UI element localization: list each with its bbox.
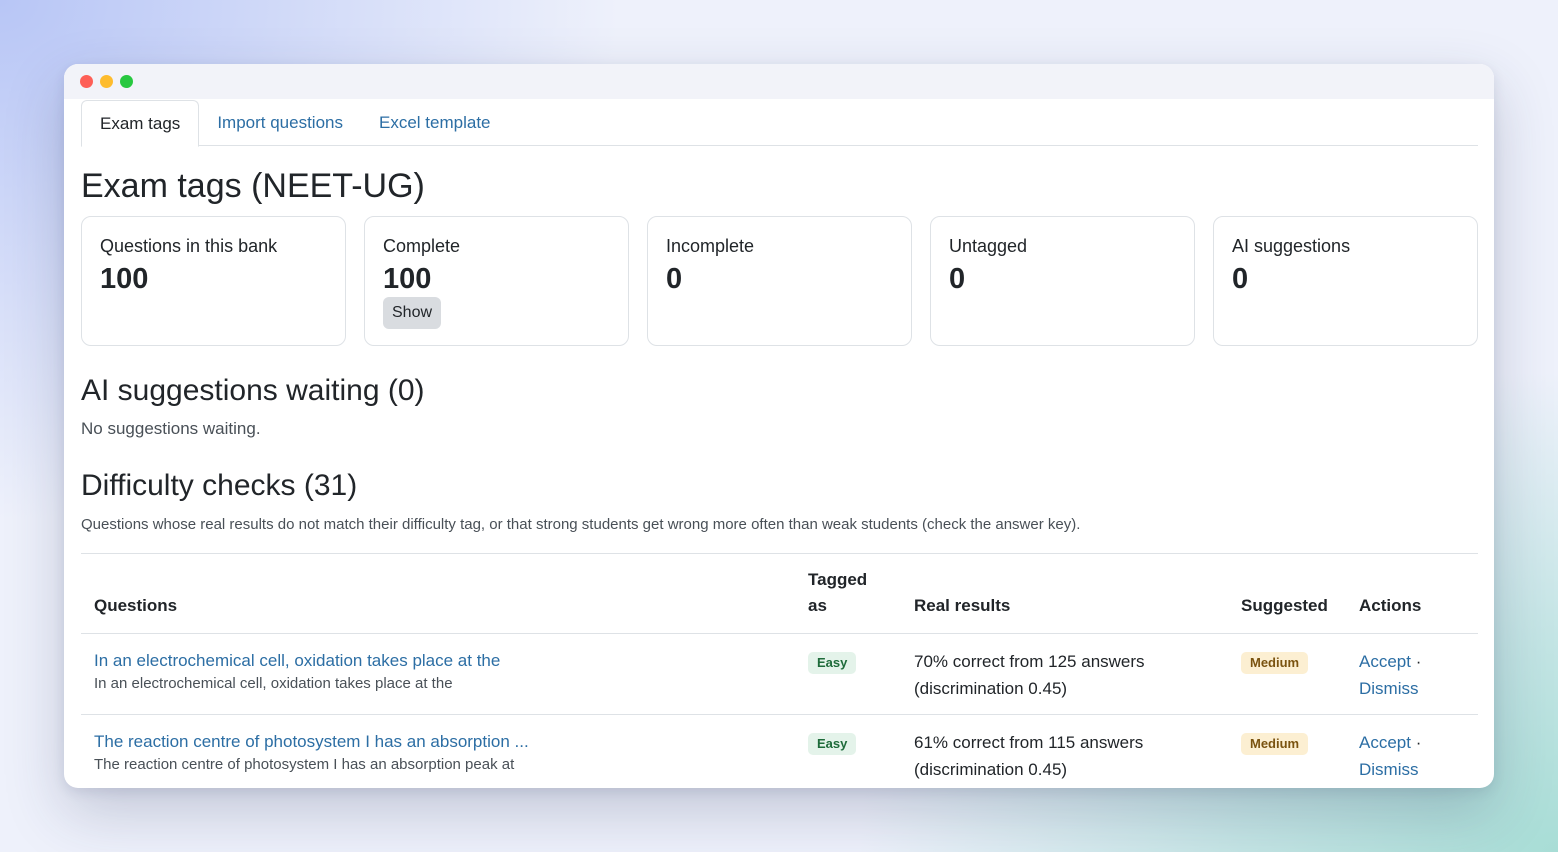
app-window: Exam tags Import questions Excel templat… — [64, 64, 1494, 788]
dismiss-link[interactable]: Dismiss — [1359, 679, 1419, 698]
stat-label: Complete — [383, 236, 461, 256]
result-summary: 70% correct from 125 answers — [914, 652, 1145, 671]
question-link[interactable]: In an electrochemical cell, oxidation ta… — [94, 648, 782, 674]
suggested-cell: Medium — [1228, 715, 1346, 789]
column-header-tagged-as: Tagged as — [795, 553, 901, 634]
main-content: Exam tags Import questions Excel templat… — [64, 99, 1494, 788]
actions-cell: Accept · Dismiss — [1346, 715, 1478, 789]
stat-value: 100 — [100, 263, 149, 295]
stat-value: 100 — [383, 263, 432, 295]
ai-suggestions-empty-text: No suggestions waiting. — [81, 419, 261, 438]
show-complete-button[interactable]: Show — [383, 297, 442, 329]
suggested-cell: Medium — [1228, 633, 1346, 715]
stat-label: Questions in this bank — [100, 236, 278, 256]
stat-card-questions: Questions in this bank 100 — [81, 216, 346, 346]
question-cell: In an electrochemical cell, oxidation ta… — [81, 633, 795, 715]
actions-cell: Accept · Dismiss — [1346, 633, 1478, 715]
close-window-button[interactable] — [80, 75, 93, 88]
stat-card-ai-suggestions: AI suggestions 0 — [1213, 216, 1478, 346]
difficulty-checks-heading: Difficulty checks (31) — [81, 469, 358, 502]
stat-value: 0 — [1232, 263, 1249, 295]
page-title: Exam tags (NEET-UG) — [81, 167, 425, 205]
column-header-actions: Actions — [1346, 553, 1478, 634]
dismiss-link[interactable]: Dismiss — [1359, 760, 1419, 779]
stats-cards: Questions in this bank 100 Complete 100 … — [81, 216, 1478, 346]
accept-link[interactable]: Accept — [1359, 733, 1411, 752]
window-titlebar — [64, 64, 1494, 99]
suggested-difficulty-badge: Medium — [1241, 733, 1309, 755]
table-row: In an electrochemical cell, oxidation ta… — [81, 633, 1478, 715]
question-cell: The reaction centre of photosystem I has… — [81, 715, 795, 789]
result-summary: 61% correct from 115 answers — [914, 733, 1144, 752]
action-separator: · — [1415, 652, 1422, 671]
table-row: The reaction centre of photosystem I has… — [81, 715, 1478, 789]
stat-label: Untagged — [949, 236, 1028, 256]
question-link[interactable]: The reaction centre of photosystem I has… — [94, 729, 782, 755]
stat-label: Incomplete — [666, 236, 755, 256]
maximize-window-button[interactable] — [120, 75, 133, 88]
tagged-cell: Easy — [795, 715, 901, 789]
difficulty-checks-description: Questions whose real results do not matc… — [81, 516, 1081, 533]
real-results-cell: 70% correct from 125 answers (discrimina… — [901, 633, 1228, 715]
column-header-questions: Questions — [81, 553, 795, 634]
tab-import-questions[interactable]: Import questions — [199, 100, 361, 146]
tab-bar: Exam tags Import questions Excel templat… — [81, 99, 1478, 147]
result-discrimination: (discrimination 0.45) — [914, 760, 1068, 779]
suggested-difficulty-badge: Medium — [1241, 652, 1309, 674]
tagged-difficulty-badge: Easy — [808, 733, 857, 755]
stat-card-untagged: Untagged 0 — [930, 216, 1195, 346]
stat-value: 0 — [666, 263, 683, 295]
result-discrimination: (discrimination 0.45) — [914, 679, 1068, 698]
minimize-window-button[interactable] — [100, 75, 113, 88]
tagged-difficulty-badge: Easy — [808, 652, 857, 674]
difficulty-table: Questions Tagged as Real results Suggest… — [81, 553, 1478, 788]
column-header-suggested: Suggested — [1228, 553, 1346, 634]
question-preview: In an electrochemical cell, oxidation ta… — [94, 675, 453, 692]
real-results-cell: 61% correct from 115 answers (discrimina… — [901, 715, 1228, 789]
column-header-real-results: Real results — [901, 553, 1228, 634]
tagged-cell: Easy — [795, 633, 901, 715]
stat-card-complete: Complete 100 Show — [364, 216, 629, 346]
ai-suggestions-heading: AI suggestions waiting (0) — [81, 374, 425, 407]
table-header-row: Questions Tagged as Real results Suggest… — [81, 553, 1478, 634]
tab-exam-tags[interactable]: Exam tags — [81, 100, 200, 147]
accept-link[interactable]: Accept — [1359, 652, 1411, 671]
stat-card-incomplete: Incomplete 0 — [647, 216, 912, 346]
stat-value: 0 — [949, 263, 966, 295]
stat-label: AI suggestions — [1232, 236, 1351, 256]
action-separator: · — [1415, 733, 1422, 752]
tab-excel-template[interactable]: Excel template — [361, 100, 509, 146]
question-preview: The reaction centre of photosystem I has… — [94, 756, 515, 773]
